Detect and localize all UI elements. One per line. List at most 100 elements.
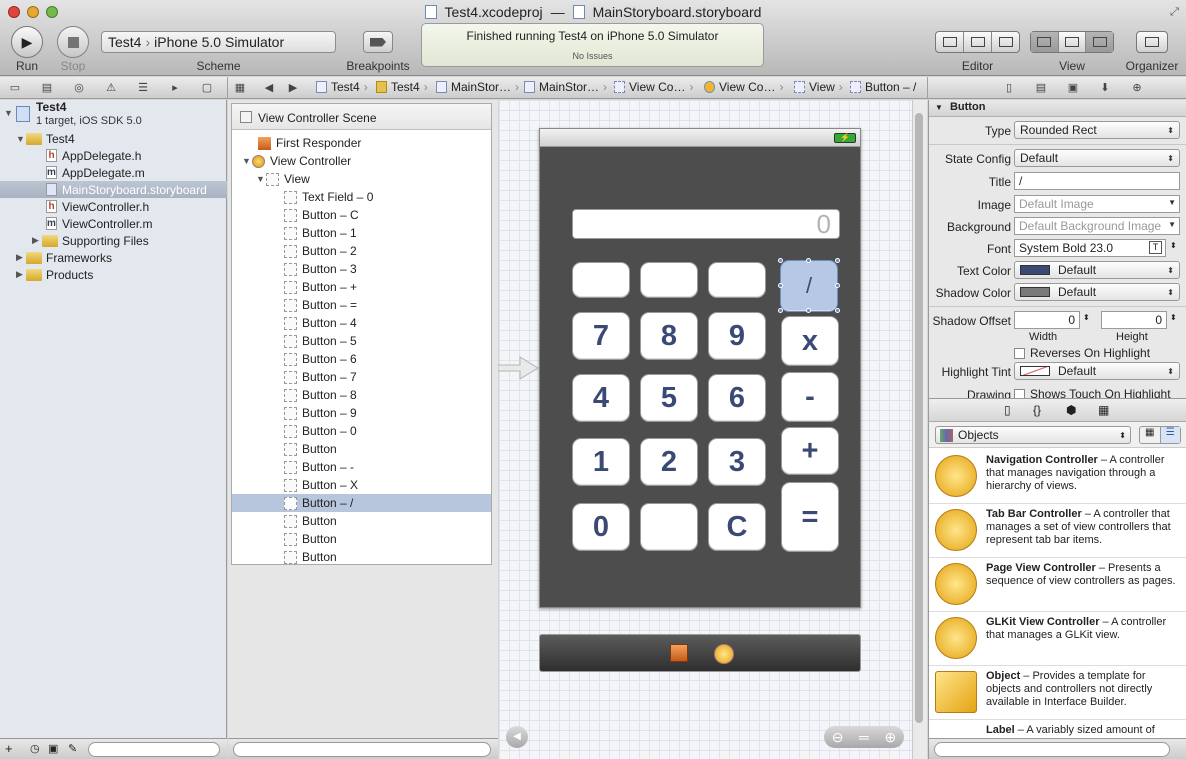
- outline-search-input[interactable]: [233, 742, 491, 757]
- add-icon[interactable]: +: [5, 741, 13, 756]
- tree-item-appdelegate-h[interactable]: h AppDelegate.h: [0, 147, 227, 164]
- image-combo[interactable]: Default Image ▼: [1014, 195, 1180, 213]
- forward-arrow-icon[interactable]: ▶: [286, 81, 300, 95]
- project-row[interactable]: ▼ Test4 1 target, iOS SDK 5.0: [0, 100, 227, 128]
- issue-navigator-icon[interactable]: ⚠: [104, 81, 118, 95]
- outline-first-responder[interactable]: First Responder: [232, 134, 491, 152]
- digit-1-button[interactable]: 1: [572, 438, 630, 486]
- list-view-icon[interactable]: ☰: [1160, 427, 1180, 443]
- stop-button[interactable]: [57, 26, 89, 58]
- scm-filter-icon[interactable]: ✎: [68, 742, 77, 755]
- checkbox-icon[interactable]: [1014, 347, 1025, 359]
- minus-button[interactable]: -: [781, 372, 839, 422]
- outline-item[interactable]: Button – 8: [232, 386, 491, 404]
- outline-item[interactable]: Button – -: [232, 458, 491, 476]
- tree-item-mainstoryboard[interactable]: MainStoryboard.storyboard: [0, 181, 227, 198]
- disclosure-open-icon[interactable]: ▼: [242, 156, 252, 166]
- file-inspector-icon[interactable]: ▯: [1002, 81, 1016, 95]
- symbol-navigator-icon[interactable]: ▤: [40, 81, 54, 95]
- outline-item[interactable]: Text Field – 0: [232, 188, 491, 206]
- utilities-toggle-icon[interactable]: [1086, 32, 1114, 52]
- run-button[interactable]: ▶: [11, 26, 43, 58]
- blank-button[interactable]: [640, 503, 698, 551]
- library-item-glkit-view-controller[interactable]: GLKit View Controller – A controller tha…: [929, 612, 1186, 666]
- outline-item[interactable]: Button: [232, 530, 491, 548]
- view-segmented-control[interactable]: [1030, 31, 1114, 53]
- attributes-inspector-icon[interactable]: ⬇: [1098, 81, 1112, 95]
- tree-item-test4[interactable]: ▼ Test4: [0, 130, 227, 147]
- digit-4-button[interactable]: 4: [572, 374, 630, 422]
- blank-button[interactable]: [640, 262, 698, 298]
- recent-files-icon[interactable]: ◷: [30, 742, 40, 755]
- library-item-object[interactable]: Object – Provides a template for objects…: [929, 666, 1186, 720]
- object-library-icon[interactable]: ⬢: [1066, 403, 1076, 417]
- digit-7-button[interactable]: 7: [572, 312, 630, 360]
- outline-item[interactable]: Button – 0: [232, 422, 491, 440]
- multiply-button[interactable]: x: [781, 316, 839, 366]
- shadow-height-field[interactable]: 0: [1101, 311, 1167, 329]
- checkbox-icon[interactable]: [1014, 388, 1025, 398]
- font-picker-icon[interactable]: T: [1149, 241, 1162, 254]
- stepper-icon[interactable]: ⬍: [1083, 313, 1090, 322]
- organizer-button[interactable]: [1136, 31, 1168, 53]
- tree-item-appdelegate-m[interactable]: m AppDelegate.m: [0, 164, 227, 181]
- media-library-icon[interactable]: ▦: [1098, 403, 1109, 417]
- tree-item-viewcontroller-m[interactable]: m ViewController.m: [0, 215, 227, 232]
- outline-item[interactable]: Button – =: [232, 296, 491, 314]
- outline-item[interactable]: Button – 4: [232, 314, 491, 332]
- outline-item[interactable]: Button – X: [232, 476, 491, 494]
- library-item-tab-bar-controller[interactable]: Tab Bar Controller – A controller that m…: [929, 504, 1186, 558]
- digit-2-button[interactable]: 2: [640, 438, 698, 486]
- outline-item[interactable]: Button – 2: [232, 242, 491, 260]
- breakpoints-button[interactable]: [363, 31, 393, 53]
- code-snippet-library-icon[interactable]: {}: [1033, 403, 1041, 417]
- blank-button[interactable]: [572, 262, 630, 298]
- library-item-navigation-controller[interactable]: Navigation Controller – A controller tha…: [929, 450, 1186, 504]
- resize-handle[interactable]: [778, 258, 783, 263]
- state-config-popup[interactable]: Default ⬍: [1014, 149, 1180, 167]
- disclosure-closed-icon[interactable]: ▶: [16, 252, 26, 263]
- first-responder-icon[interactable]: [670, 644, 688, 662]
- outline-item[interactable]: Button – 1: [232, 224, 491, 242]
- identity-inspector-icon[interactable]: ▣: [1066, 81, 1080, 95]
- view-controller-scene[interactable]: ⚡ 0 / 7 8 9 x 4 5 6 - 1 2 3 + 0 C =: [539, 128, 861, 608]
- project-navigator-icon[interactable]: ▭: [8, 81, 22, 95]
- resize-handle[interactable]: [835, 283, 840, 288]
- jumpbar-item[interactable]: View Co… ›: [704, 80, 783, 94]
- shadow-width-field[interactable]: 0: [1014, 311, 1080, 329]
- reverses-checkbox[interactable]: Reverses On Highlight: [1014, 346, 1150, 360]
- disclosure-open-icon[interactable]: ▼: [4, 108, 14, 118]
- outline-view[interactable]: ▼ View: [232, 170, 491, 188]
- view-controller-icon[interactable]: [714, 644, 734, 664]
- outline-view-controller[interactable]: ▼ View Controller: [232, 152, 491, 170]
- library-item-page-view-controller[interactable]: Page View Controller – Presents a sequen…: [929, 558, 1186, 612]
- stepper-icon[interactable]: ⬍: [1170, 313, 1177, 322]
- jumpbar-item[interactable]: View Co… ›: [614, 80, 693, 94]
- disclosure-open-icon[interactable]: ▼: [16, 134, 26, 144]
- outline-item[interactable]: Button: [232, 440, 491, 458]
- digit-0-button[interactable]: 0: [572, 503, 630, 551]
- font-field[interactable]: System Bold 23.0 T: [1014, 239, 1166, 257]
- title-field[interactable]: /: [1014, 172, 1180, 190]
- calculator-display-field[interactable]: 0: [572, 209, 840, 239]
- file-template-library-icon[interactable]: ▯: [1004, 403, 1011, 417]
- outline-item[interactable]: Button – 7: [232, 368, 491, 386]
- zoom-out-icon[interactable]: ⊖: [832, 729, 844, 746]
- icon-view-icon[interactable]: ▦: [1140, 427, 1161, 443]
- disclosure-closed-icon[interactable]: ▶: [32, 235, 42, 246]
- outline-item[interactable]: Button – +: [232, 278, 491, 296]
- zoom-fit-icon[interactable]: ═: [859, 729, 869, 745]
- digit-6-button[interactable]: 6: [708, 374, 766, 422]
- standard-editor-icon[interactable]: [936, 32, 964, 52]
- scene-header[interactable]: View Controller Scene: [232, 104, 491, 130]
- disclosure-open-icon[interactable]: ▼: [256, 174, 266, 184]
- navigator-toggle-icon[interactable]: [1031, 32, 1059, 52]
- divide-button[interactable]: /: [780, 260, 838, 312]
- equals-button[interactable]: =: [781, 482, 839, 552]
- jumpbar-item[interactable]: Test4 ›: [376, 80, 428, 94]
- connections-inspector-icon[interactable]: ⊕: [1130, 81, 1144, 95]
- digit-8-button[interactable]: 8: [640, 312, 698, 360]
- library-item-label[interactable]: Label – A variably sized amount of: [929, 720, 1186, 738]
- assistant-editor-icon[interactable]: [964, 32, 992, 52]
- back-icon[interactable]: ◀: [506, 726, 528, 748]
